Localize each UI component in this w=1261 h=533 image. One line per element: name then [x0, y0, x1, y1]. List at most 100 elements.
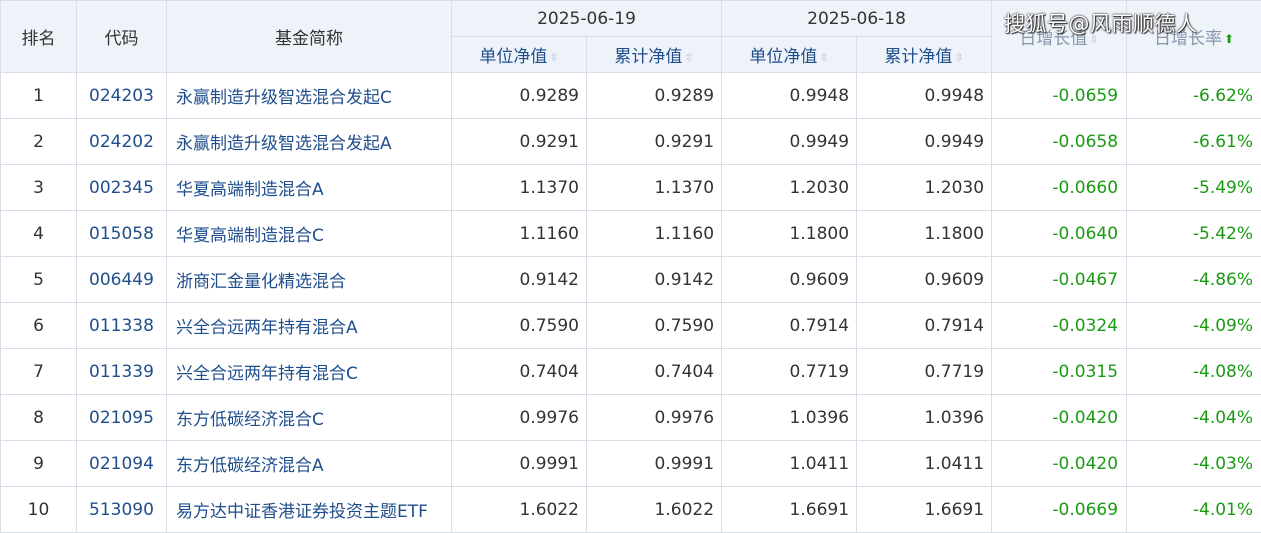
unit-nav-date2: 0.9948 — [721, 72, 858, 119]
table-row: 8 021095 东方低碳经济混合C 0.9976 0.9976 1.0396 1.0396… — [0, 394, 1261, 441]
sort-up-icon[interactable]: ⬆ — [1224, 32, 1234, 46]
header-code: 代码 — [76, 0, 167, 73]
daily-rate-value: -4.01% — [1126, 486, 1261, 533]
fund-name-link[interactable]: 东方低碳经济混合A — [166, 440, 452, 487]
daily-rate-value: -4.86% — [1126, 256, 1261, 303]
daily-change-value: -0.0659 — [991, 72, 1128, 119]
acc-nav-date1: 1.6022 — [585, 486, 723, 533]
daily-change-value: -0.0324 — [991, 302, 1128, 349]
acc-nav-date2: 1.0411 — [856, 440, 993, 487]
daily-change-value: -0.0420 — [991, 394, 1128, 441]
acc-nav-date2: 0.7914 — [856, 302, 993, 349]
unit-nav-date2: 1.0411 — [721, 440, 858, 487]
rank-cell: 3 — [0, 164, 77, 211]
fund-ranking-table: 排名 代码 基金简称 2025-06-19 2025-06-18 日增长值 ⇳ 日… — [0, 0, 1261, 533]
fund-code-link[interactable]: 021094 — [76, 440, 167, 487]
fund-code-link[interactable]: 513090 — [76, 486, 167, 533]
rank-cell: 4 — [0, 210, 77, 257]
unit-nav-date1: 0.9991 — [451, 440, 587, 487]
rank-cell: 5 — [0, 256, 77, 303]
table-body: 1 024203 永赢制造升级智选混合发起C 0.9289 0.9289 0.9948 0.… — [0, 72, 1261, 533]
unit-nav-date1: 0.7590 — [451, 302, 587, 349]
fund-name-link[interactable]: 浙商汇金量化精选混合 — [166, 256, 452, 303]
header-acc-nav-1[interactable]: 累计净值 ⇳ — [585, 36, 723, 73]
header-unit-nav-1[interactable]: 单位净值 ⇳ — [451, 36, 587, 73]
fund-name-link[interactable]: 华夏高端制造混合A — [166, 164, 452, 211]
daily-rate-value: -6.62% — [1126, 72, 1261, 119]
fund-code-link[interactable]: 021095 — [76, 394, 167, 441]
unit-nav-date1: 1.6022 — [451, 486, 587, 533]
fund-code-link[interactable]: 015058 — [76, 210, 167, 257]
unit-nav-date1: 0.9142 — [451, 256, 587, 303]
header-acc-nav-2[interactable]: 累计净值 ⇳ — [856, 36, 993, 73]
rank-cell: 10 — [0, 486, 77, 533]
fund-name-link[interactable]: 兴全合远两年持有混合A — [166, 302, 452, 349]
acc-nav-date1: 0.9291 — [585, 118, 723, 165]
sort-both-icon[interactable]: ⇳ — [549, 51, 558, 64]
unit-nav-date2: 0.9609 — [721, 256, 858, 303]
fund-code-link[interactable]: 011338 — [76, 302, 167, 349]
fund-code-link[interactable]: 024202 — [76, 118, 167, 165]
fund-code-link[interactable]: 011339 — [76, 348, 167, 395]
acc-nav-date1: 0.7404 — [585, 348, 723, 395]
table-row: 5 006449 浙商汇金量化精选混合 0.9142 0.9142 0.9609 0.960… — [0, 256, 1261, 303]
unit-nav-date1: 1.1160 — [451, 210, 587, 257]
daily-rate-value: -5.49% — [1126, 164, 1261, 211]
header-rank: 排名 — [0, 0, 77, 73]
daily-rate-value: -4.09% — [1126, 302, 1261, 349]
acc-nav-date2: 0.9948 — [856, 72, 993, 119]
sort-both-icon[interactable]: ⇳ — [684, 51, 693, 64]
header-date-1: 2025-06-19 — [450, 0, 723, 37]
sort-both-icon[interactable]: ⇳ — [819, 51, 828, 64]
table-row: 10 513090 易方达中证香港证券投资主题ETF 1.6022 1.6022 1.66… — [0, 486, 1261, 533]
daily-rate-value: -4.08% — [1126, 348, 1261, 395]
rank-cell: 1 — [0, 72, 77, 119]
daily-change-value: -0.0315 — [991, 348, 1128, 395]
rank-cell: 7 — [0, 348, 77, 395]
daily-rate-value: -6.61% — [1126, 118, 1261, 165]
header-daily-change[interactable]: 日增长值 ⇳ — [991, 0, 1128, 73]
daily-change-value: -0.0660 — [991, 164, 1128, 211]
table-row: 2 024202 永赢制造升级智选混合发起A 0.9291 0.9291 0.9949 0.… — [0, 118, 1261, 165]
unit-nav-date2: 0.9949 — [721, 118, 858, 165]
acc-nav-date1: 0.7590 — [585, 302, 723, 349]
unit-nav-date2: 1.6691 — [721, 486, 858, 533]
header-name: 基金简称 — [166, 0, 452, 73]
unit-nav-date2: 0.7719 — [721, 348, 858, 395]
unit-nav-date2: 1.1800 — [721, 210, 858, 257]
table-row: 1 024203 永赢制造升级智选混合发起C 0.9289 0.9289 0.9948 0.… — [0, 72, 1261, 119]
sort-both-icon[interactable]: ⇳ — [954, 51, 963, 64]
unit-nav-date2: 1.0396 — [721, 394, 858, 441]
fund-code-link[interactable]: 006449 — [76, 256, 167, 303]
header-unit-nav-1-label: 单位净值 — [479, 47, 548, 67]
acc-nav-date2: 1.0396 — [856, 394, 993, 441]
acc-nav-date2: 0.9949 — [856, 118, 993, 165]
acc-nav-date2: 0.7719 — [856, 348, 993, 395]
header-acc-nav-2-label: 累计净值 — [884, 47, 953, 67]
fund-name-link[interactable]: 永赢制造升级智选混合发起A — [166, 118, 452, 165]
fund-name-link[interactable]: 易方达中证香港证券投资主题ETF — [166, 486, 452, 533]
fund-code-link[interactable]: 024203 — [76, 72, 167, 119]
acc-nav-date1: 1.1370 — [585, 164, 723, 211]
rank-cell: 6 — [0, 302, 77, 349]
rank-cell: 2 — [0, 118, 77, 165]
fund-name-link[interactable]: 东方低碳经济混合C — [166, 394, 452, 441]
unit-nav-date1: 0.7404 — [451, 348, 587, 395]
acc-nav-date2: 1.6691 — [856, 486, 993, 533]
fund-code-link[interactable]: 002345 — [76, 164, 167, 211]
daily-change-value: -0.0669 — [991, 486, 1128, 533]
header-unit-nav-2[interactable]: 单位净值 ⇳ — [721, 36, 858, 73]
rank-cell: 9 — [0, 440, 77, 487]
fund-name-link[interactable]: 永赢制造升级智选混合发起C — [166, 72, 452, 119]
header-daily-rate-label: 日增长率 — [1154, 29, 1222, 49]
rank-cell: 8 — [0, 394, 77, 441]
table-row: 7 011339 兴全合远两年持有混合C 0.7404 0.7404 0.7719 0.77… — [0, 348, 1261, 395]
acc-nav-date1: 1.1160 — [585, 210, 723, 257]
fund-name-link[interactable]: 兴全合远两年持有混合C — [166, 348, 452, 395]
fund-name-link[interactable]: 华夏高端制造混合C — [166, 210, 452, 257]
sort-both-icon[interactable]: ⇳ — [1089, 33, 1098, 46]
daily-rate-value: -4.03% — [1126, 440, 1261, 487]
daily-change-value: -0.0658 — [991, 118, 1128, 165]
header-daily-rate[interactable]: 日增长率 ⬆ — [1126, 0, 1261, 73]
acc-nav-date1: 0.9289 — [585, 72, 723, 119]
